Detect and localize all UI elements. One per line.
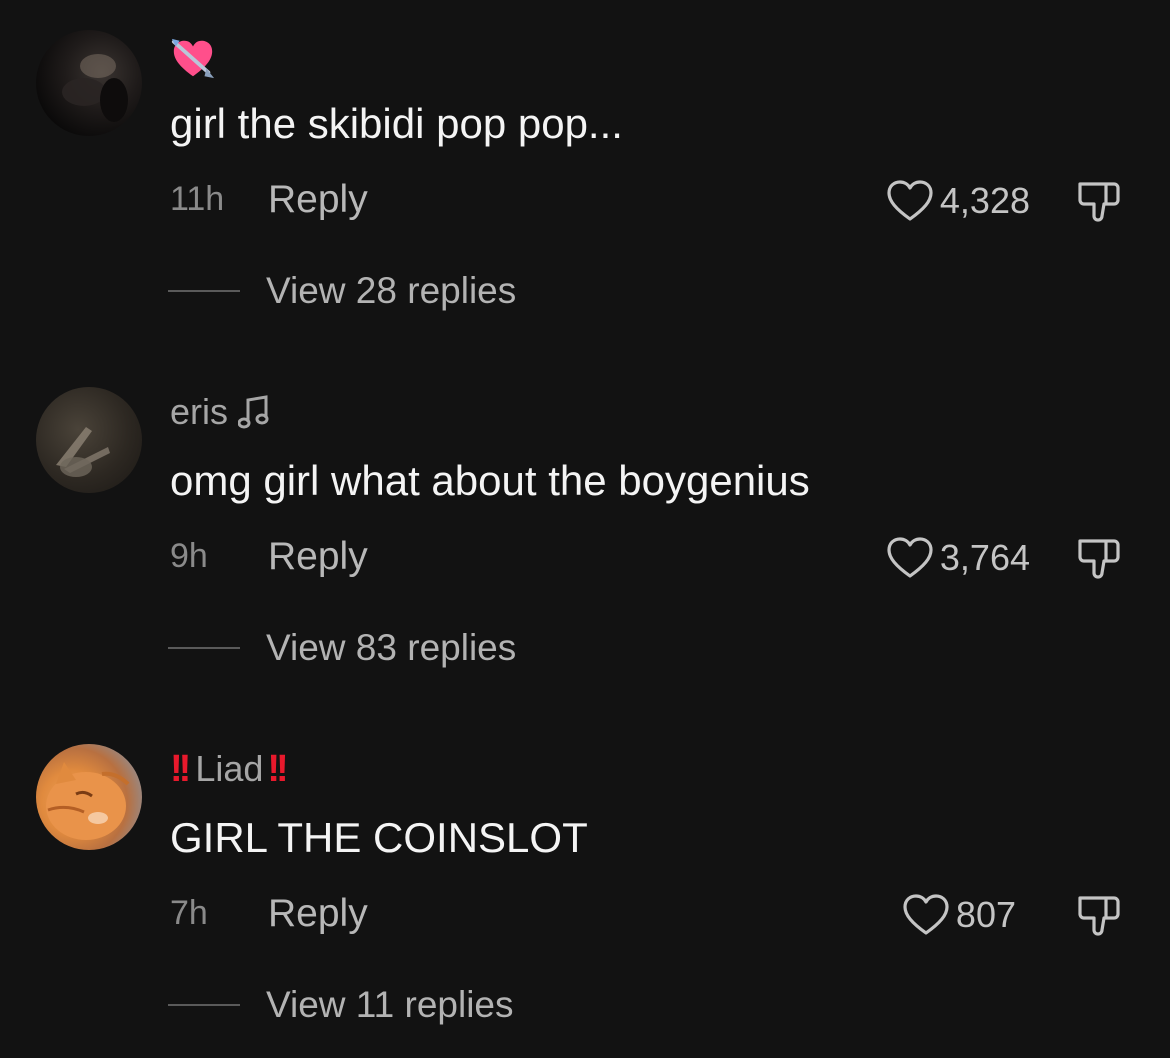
- comment-text: omg girl what about the boygenius: [170, 457, 810, 504]
- thumbs-down-icon[interactable]: [1074, 176, 1124, 226]
- divider: [168, 647, 240, 649]
- avatar-image: [56, 427, 110, 477]
- avatar[interactable]: [36, 30, 142, 136]
- comment-timestamp: 9h: [170, 537, 208, 575]
- double-exclamation-icon: !!: [170, 747, 191, 790]
- username-text: eris: [170, 391, 229, 432]
- comment-item: eris omg girl what about the boygenius 9…: [0, 357, 1170, 697]
- like-count: 3,764: [939, 537, 1030, 578]
- like-button[interactable]: 3,764: [886, 533, 1030, 583]
- view-replies-label: View 28 replies: [266, 270, 517, 311]
- comment-timestamp: 11h: [170, 180, 225, 218]
- heart-outline-icon: [887, 537, 933, 578]
- heart-with-arrow-emoji-icon: [171, 38, 215, 79]
- avatar-image: [62, 54, 128, 122]
- avatar[interactable]: [36, 387, 142, 493]
- thumbs-down-icon[interactable]: [1074, 533, 1124, 583]
- view-replies-label: View 11 replies: [266, 984, 514, 1025]
- reply-button[interactable]: Reply: [268, 178, 368, 222]
- comment-item: girl the skibidi pop pop... 11h Reply 4,…: [0, 0, 1170, 340]
- username[interactable]: eris: [170, 389, 270, 435]
- comment-text: GIRL THE COINSLOT: [170, 814, 588, 861]
- view-replies-button[interactable]: View 28 replies: [168, 268, 516, 314]
- double-exclamation-icon: !!: [267, 747, 288, 790]
- heart-outline-icon: [887, 180, 933, 221]
- view-replies-button[interactable]: View 83 replies: [168, 625, 516, 671]
- comment-item: !! Liad !! GIRL THE COINSLOT 7h Reply 80…: [0, 714, 1170, 1054]
- thumbs-down-icon[interactable]: [1074, 890, 1124, 940]
- divider: [168, 1004, 240, 1006]
- like-count: 807: [955, 894, 1016, 935]
- like-count: 4,328: [939, 180, 1030, 221]
- like-button[interactable]: 4,328: [886, 176, 1030, 226]
- heart-outline-icon: [903, 894, 949, 935]
- avatar-image: [46, 762, 130, 840]
- username-text: Liad: [195, 748, 264, 789]
- reply-button[interactable]: Reply: [268, 892, 368, 936]
- reply-button[interactable]: Reply: [268, 535, 368, 579]
- comment-text: girl the skibidi pop pop...: [170, 100, 623, 147]
- avatar[interactable]: [36, 744, 142, 850]
- view-replies-button[interactable]: View 11 replies: [168, 982, 514, 1028]
- music-note-icon: [238, 395, 269, 429]
- username[interactable]: !! Liad !!: [170, 746, 289, 792]
- comment-timestamp: 7h: [170, 894, 208, 932]
- divider: [168, 290, 240, 292]
- like-button[interactable]: 807: [902, 890, 1016, 940]
- view-replies-label: View 83 replies: [266, 627, 517, 668]
